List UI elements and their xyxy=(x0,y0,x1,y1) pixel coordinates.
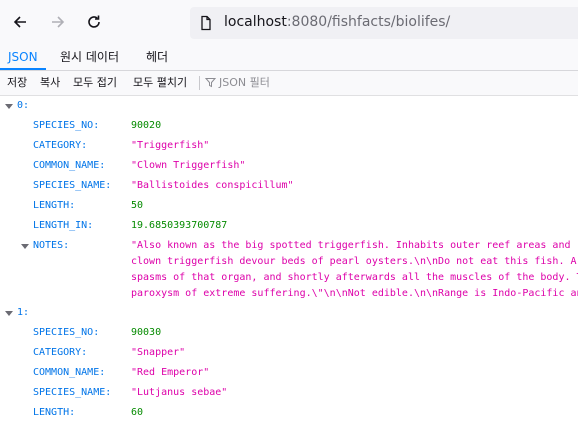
field-value: "Triggerfish" xyxy=(131,140,210,151)
field-key: SPECIES_NAME: xyxy=(33,180,112,191)
field-value: 50 xyxy=(131,200,144,211)
field-value: 19.6850393700787 xyxy=(131,220,228,231)
field-key: SPECIES_NAME: xyxy=(33,387,112,398)
json-filter-input[interactable]: JSON 필터 xyxy=(204,71,270,95)
back-button[interactable] xyxy=(6,8,34,36)
expand-all-button[interactable]: 모두 펼치기 xyxy=(133,71,187,95)
field-value: 60 xyxy=(131,407,144,418)
field-key: LENGTH: xyxy=(33,200,76,211)
browser-toolbar: localhost:8080/fishfacts/biolifes/ xyxy=(0,0,578,46)
notes-line: paroxysm of extreme suffering.\"\n\nNot … xyxy=(131,288,578,299)
field-value: 90030 xyxy=(131,327,162,338)
forward-button[interactable] xyxy=(44,8,72,36)
copy-button[interactable]: 복사 xyxy=(40,71,60,95)
viewer-tabs: JSON 원시 데이터 헤더 xyxy=(0,46,578,71)
reload-button[interactable] xyxy=(80,8,108,36)
field-key: LENGTH_IN: xyxy=(33,220,94,231)
url-path: :8080/fishfacts/biolifes/ xyxy=(286,14,451,30)
field-value: "Snapper" xyxy=(131,347,186,358)
tab-json[interactable]: JSON xyxy=(0,46,46,70)
field-key: SPECIES_NO: xyxy=(33,327,100,338)
url-text[interactable]: localhost:8080/fishfacts/biolifes/ xyxy=(224,14,450,30)
field-value: 90020 xyxy=(131,120,162,131)
field-key: CATEGORY: xyxy=(33,140,88,151)
field-value: "Ballistoides conspicillum" xyxy=(131,180,294,191)
json-filter-placeholder: JSON 필터 xyxy=(219,76,270,89)
back-arrow-icon xyxy=(13,16,26,28)
field-value: "Lutjanus sebae" xyxy=(131,387,228,398)
notes-line: "Also known as the big spotted triggerfi… xyxy=(131,240,571,251)
json-toolbar: 저장 복사 모두 접기 모두 펼치기 JSON 필터 xyxy=(0,71,578,96)
collapse-toggle-icon[interactable] xyxy=(21,242,29,250)
toolbar-divider xyxy=(199,76,200,90)
url-host: localhost xyxy=(224,14,287,30)
json-tree: 0: SPECIES_NO: 90020 CATEGORY: "Triggerf… xyxy=(0,96,578,426)
field-value: "Red Emperor" xyxy=(131,367,210,378)
forward-arrow-icon xyxy=(52,16,65,28)
record-row[interactable]: 0: xyxy=(0,96,578,116)
field-key: COMMON_NAME: xyxy=(33,160,106,171)
record-index: 0: xyxy=(17,100,30,111)
notes-line: spasms of that organ, and shortly afterw… xyxy=(131,272,578,283)
field-key: CATEGORY: xyxy=(33,347,88,358)
field-key: LENGTH: xyxy=(33,407,76,418)
field-value: "Clown Triggerfish" xyxy=(131,160,246,171)
tab-headers[interactable]: 헤더 xyxy=(138,46,176,70)
notes-line: clown triggerfish devour beds of pearl o… xyxy=(131,256,577,267)
tab-raw-data[interactable]: 원시 데이터 xyxy=(52,46,127,70)
field-key: NOTES: xyxy=(33,240,70,251)
record-row[interactable]: 1: xyxy=(0,303,578,323)
reload-icon xyxy=(88,15,100,28)
collapse-toggle-icon[interactable] xyxy=(5,102,13,110)
page-info-icon[interactable] xyxy=(198,15,214,31)
field-key: SPECIES_NO: xyxy=(33,120,100,131)
address-bar[interactable]: localhost:8080/fishfacts/biolifes/ xyxy=(190,7,578,39)
collapse-toggle-icon[interactable] xyxy=(5,309,13,317)
collapse-all-button[interactable]: 모두 접기 xyxy=(73,71,117,95)
filter-icon xyxy=(204,78,217,88)
record-index: 1: xyxy=(17,307,30,318)
field-key: COMMON_NAME: xyxy=(33,367,106,378)
save-button[interactable]: 저장 xyxy=(7,71,27,95)
